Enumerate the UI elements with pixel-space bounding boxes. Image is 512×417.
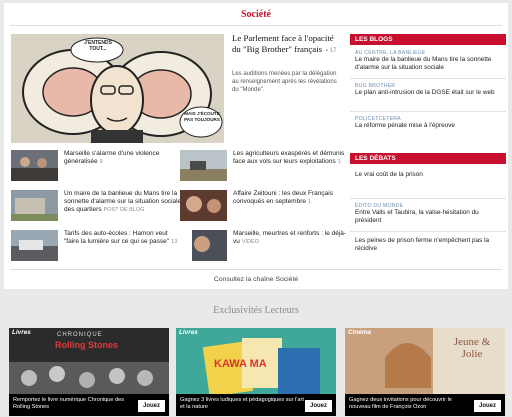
play-button[interactable]: Jouez (473, 400, 501, 412)
image-label: KAWA MA (214, 358, 267, 370)
blog-item[interactable]: BUG BROTHER Le plan anti-intrusion de la… (355, 83, 505, 97)
article-thumbnail[interactable] (180, 190, 227, 221)
article-tag: 9 (99, 159, 103, 165)
divider (350, 78, 506, 79)
image-label: CHRONIQUE (57, 332, 103, 338)
debate-title[interactable]: Les peines de prison ferme n'empêchent p… (355, 237, 505, 253)
divider (350, 198, 506, 199)
category-badge: Livres (12, 329, 31, 336)
article-tag: 13 (171, 239, 178, 245)
comment-icon: ▪ (324, 48, 328, 54)
article-thumbnail[interactable] (180, 230, 227, 261)
article-thumbnail[interactable] (180, 150, 227, 181)
article-tag: 1 (337, 159, 341, 165)
category-badge: Cinéma (348, 329, 372, 336)
article-title[interactable]: Tarifs des auto-écoles : Hamon veut "fai… (64, 230, 169, 245)
article-thumbnail[interactable] (11, 150, 58, 181)
consult-channel-link[interactable]: Consultez la chaîne Société (4, 276, 508, 283)
article-title[interactable]: Marseille s'alarme d'une violence généra… (64, 150, 159, 165)
article-title[interactable]: Les agriculteurs exaspérés et démunis fa… (233, 150, 344, 165)
societe-panel: Société J'ENTENDS TOUT... MAIS J'ÉCOUTE … (4, 3, 508, 289)
divider (10, 25, 502, 26)
hero-description: Les auditions menées par la délégation a… (232, 71, 337, 93)
exclusivites-title: Exclusivités Lecteurs (213, 305, 299, 316)
cartoon-bubble-right: MAIS J'ÉCOUTE PAS TOUJOURS (184, 111, 220, 122)
article-tag: VIDÉO (241, 239, 259, 245)
blog-item[interactable]: POLICETCETERA La réforme pénale mise à l… (355, 116, 505, 130)
divider (10, 269, 502, 270)
cartoon-bubble-left: J'ENTENDS TOUT... (84, 40, 112, 52)
article-tag: POST DE BLOG (103, 207, 145, 213)
blog-title[interactable]: La réforme pénale mise à l'épreuve (355, 122, 505, 130)
section-title[interactable]: Société (4, 9, 508, 20)
image-label: Jeune & Jolie (453, 336, 491, 360)
play-button[interactable]: Jouez (304, 400, 332, 412)
divider (350, 231, 506, 232)
hero-headline[interactable]: Le Parlement face à l'opacité du "Big Br… (232, 33, 340, 57)
article-thumbnail[interactable] (11, 190, 58, 221)
blog-title[interactable]: Le maire de la banlieue du Mans tire la … (355, 56, 505, 72)
image-title: Rolling Stones (55, 340, 118, 350)
debate-title[interactable]: Le vrai coût de la prison (355, 171, 505, 179)
debate-item[interactable]: ÉDITO DU MONDE Entre Valls et Taubira, l… (355, 203, 505, 225)
promo-card[interactable]: Cinéma Jeune & Jolie Gagnez deux invitat… (345, 328, 505, 416)
article-thumbnail[interactable] (11, 230, 58, 261)
hero-cartoon-image[interactable]: J'ENTENDS TOUT... MAIS J'ÉCOUTE PAS TOUJ… (11, 34, 224, 143)
debates-header: LES DÉBATS (350, 153, 506, 164)
debate-item[interactable]: Les peines de prison ferme n'empêchent p… (355, 237, 505, 253)
debate-title[interactable]: Entre Valls et Taubira, la valse-hésitat… (355, 209, 505, 225)
promo-card[interactable]: Livres KAWA MA Gagnez 3 livres ludiques … (176, 328, 336, 416)
blogs-header: LES BLOGS (350, 34, 506, 45)
play-button[interactable]: Jouez (137, 400, 165, 412)
debate-item[interactable]: Le vrai coût de la prison (355, 171, 505, 179)
category-badge: Livres (179, 329, 198, 336)
blog-title[interactable]: Le plan anti-intrusion de la DGSE était … (355, 89, 505, 97)
blog-item[interactable]: AU CENTRE, LA BANLIEUE Le maire de la ba… (355, 50, 505, 72)
article-tag: 1 (308, 199, 312, 205)
comment-count: 17 (329, 48, 337, 54)
hero-title-text[interactable]: Le Parlement face à l'opacité du "Big Br… (232, 33, 334, 54)
article-title[interactable]: Affaire Zeitouni : les deux Français con… (233, 190, 333, 205)
divider (350, 111, 506, 112)
promo-card[interactable]: Livres CHRONIQUE Rolling Stones Remporte… (9, 328, 169, 416)
